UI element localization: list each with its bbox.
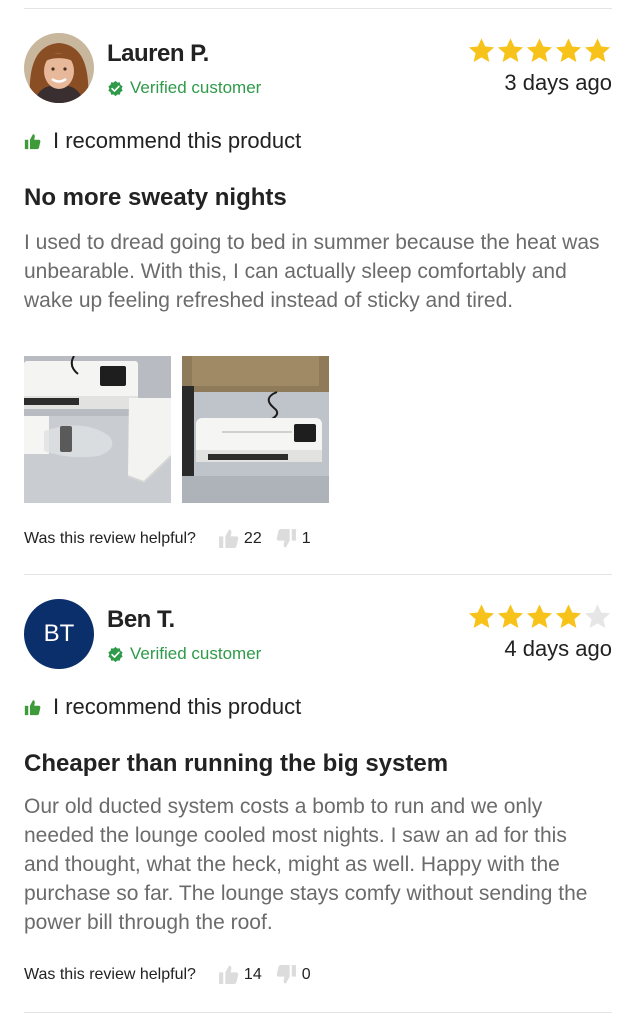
helpful-no-button[interactable]: 0	[276, 964, 311, 985]
review-title: No more sweaty nights	[24, 184, 287, 211]
helpful-row: Was this review helpful? 22 1	[24, 528, 311, 549]
star-filled-icon	[526, 38, 553, 62]
verified-label: Verified customer	[130, 78, 262, 97]
star-rating	[467, 36, 612, 65]
verified-badge: Verified customer	[107, 644, 261, 664]
star-filled-icon	[526, 604, 553, 628]
review-body: Our old ducted system costs a bomb to ru…	[24, 795, 588, 934]
verified-badge: Verified customer	[107, 78, 261, 98]
review-date: 4 days ago	[504, 636, 612, 661]
review-body: I used to dread going to bed in summer b…	[24, 231, 600, 312]
reviewer-name: Ben T.	[107, 606, 175, 633]
recommend-text: I recommend this product	[53, 694, 302, 719]
star-filled-icon	[468, 604, 495, 628]
verified-check-icon	[108, 646, 123, 662]
review-title: Cheaper than running the big system	[24, 750, 449, 777]
review-divider	[24, 574, 612, 575]
thumbs-up-icon	[24, 699, 41, 715]
thumbs-down-icon	[276, 965, 296, 984]
avatar-photo	[24, 33, 94, 103]
product-photo-image	[24, 356, 171, 503]
star-filled-icon	[555, 38, 582, 62]
helpful-yes-button[interactable]: 22	[218, 528, 262, 549]
star-filled-icon	[468, 38, 495, 62]
helpful-no-button[interactable]: 1	[276, 528, 311, 549]
reviewer-name: Lauren P.	[107, 40, 209, 67]
thumbs-up-icon	[24, 133, 41, 149]
thumbs-up-icon	[218, 965, 239, 984]
star-filled-icon	[555, 604, 582, 628]
bottom-divider	[24, 1012, 612, 1013]
helpful-yes-count: 22	[243, 529, 262, 547]
verified-check-icon	[108, 80, 123, 96]
thumbs-up-icon	[218, 529, 239, 548]
helpful-label: Was this review helpful?	[24, 529, 196, 547]
avatar: BT	[24, 599, 94, 669]
product-photo-image	[182, 356, 329, 503]
star-empty-icon	[584, 604, 611, 628]
helpful-row: Was this review helpful? 14 0	[24, 964, 311, 985]
helpful-label: Was this review helpful?	[24, 965, 196, 983]
helpful-yes-count: 14	[243, 965, 262, 983]
helpful-no-count: 1	[301, 529, 311, 547]
recommend-text: I recommend this product	[53, 128, 302, 153]
verified-label: Verified customer	[130, 644, 262, 663]
star-rating	[467, 602, 612, 631]
thumbs-down-icon	[276, 529, 296, 548]
review-date: 3 days ago	[504, 70, 612, 95]
star-filled-icon	[584, 38, 611, 62]
star-filled-icon	[497, 604, 524, 628]
top-divider	[24, 8, 612, 9]
helpful-no-count: 0	[301, 965, 311, 983]
star-filled-icon	[497, 38, 524, 62]
recommend-line: I recommend this product	[24, 694, 301, 720]
review-photo[interactable]	[24, 356, 171, 503]
reviews-list: Lauren P. Verified customer 3 days ago I…	[0, 0, 636, 1024]
review-photo[interactable]	[182, 356, 329, 503]
helpful-yes-button[interactable]: 14	[218, 964, 262, 985]
recommend-line: I recommend this product	[24, 128, 301, 154]
avatar	[24, 33, 94, 103]
